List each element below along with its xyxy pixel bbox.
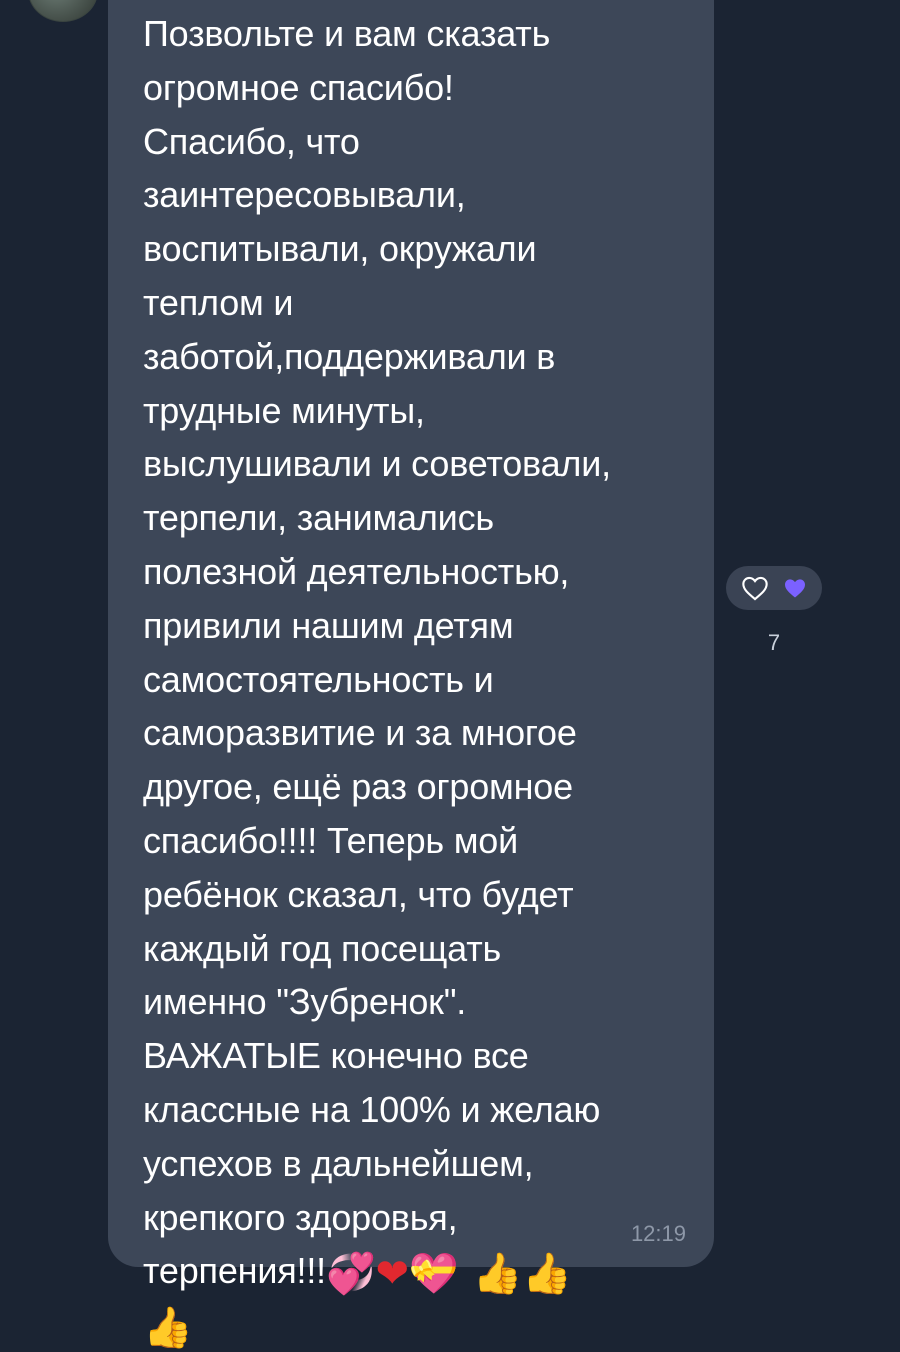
- message-line: выслушивали и советовали,: [143, 443, 611, 485]
- message-line: именно "Зубренок".: [143, 981, 467, 1023]
- message-line: полезной деятельностью,: [143, 550, 570, 592]
- message-line: терпели, занимались: [143, 497, 494, 539]
- message-line: заинтересовывали,: [143, 174, 466, 216]
- message-line: огромное спасибо!: [143, 66, 454, 108]
- message-line: успехов в дальнейшем,: [143, 1142, 534, 1184]
- thumbs-up-emoji: 👍: [522, 1251, 572, 1298]
- reaction-button[interactable]: [726, 566, 822, 610]
- message-line: ребёнок сказал, что будет: [143, 873, 574, 915]
- message-time: 12:19: [630, 1221, 686, 1246]
- message-line: Позвольте и вам сказать: [143, 13, 551, 54]
- message-bubble[interactable]: Позвольте и вам сказать огромное спасибо…: [108, 0, 714, 1348]
- message-line: теплом и: [143, 281, 294, 323]
- message-line: Спасибо, что: [143, 120, 360, 162]
- message-line: терпения!!!: [143, 1250, 326, 1292]
- thumbs-up-emoji: 👍: [143, 1305, 193, 1352]
- message-line: другое, ещё раз огромное: [143, 766, 573, 808]
- message-line: самостоятельность и: [143, 658, 494, 700]
- message-line-with-emojis: терпения!!!💞❤💝 👍👍: [143, 1244, 703, 1298]
- purple-heart-icon: [783, 577, 807, 599]
- message-line: трудные минуты,: [143, 389, 425, 431]
- message-line: привили нашим детям: [143, 604, 514, 646]
- two-hearts-emoji: 💞: [325, 1251, 376, 1298]
- gift-heart-emoji: 💝: [408, 1251, 459, 1298]
- message-line: ВАЖАТЫЕ конечно все: [143, 1035, 529, 1077]
- message-line: заботой,поддерживали в: [143, 335, 556, 377]
- reaction-count: 7: [767, 630, 781, 655]
- message-line: каждый год посещать: [143, 927, 502, 969]
- message-line: саморазвитие и за многое: [143, 712, 577, 754]
- thumbs-up-emoji: 👍: [472, 1251, 523, 1298]
- message-text: Позвольте и вам сказать огромное спасибо…: [143, 7, 703, 1352]
- message-line: классные на 100% и желаю: [143, 1088, 601, 1130]
- message-line: крепкого здоровья,: [143, 1196, 458, 1238]
- sender-avatar[interactable]: [28, 0, 98, 22]
- heart-outline-icon: [741, 575, 769, 601]
- message-line: воспитывали, окружали: [143, 228, 537, 270]
- message-line: спасибо!!!! Теперь мой: [143, 819, 519, 861]
- message-line-emojis: 👍: [143, 1298, 703, 1352]
- red-heart-emoji: ❤: [375, 1251, 410, 1298]
